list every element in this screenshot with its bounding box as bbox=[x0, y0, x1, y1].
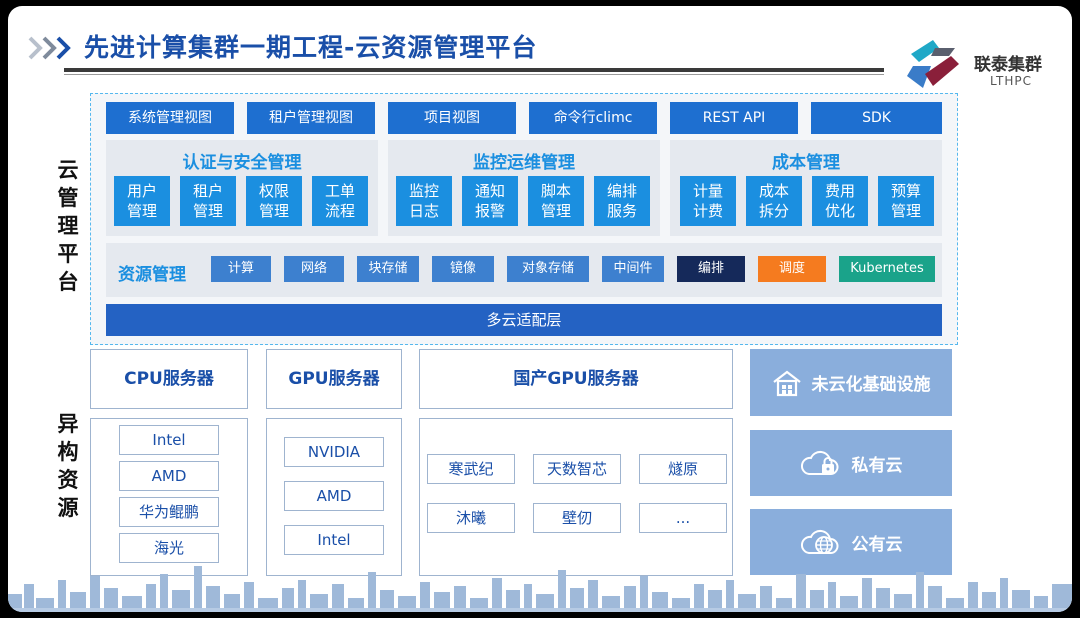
city-skyline-decoration bbox=[8, 566, 1072, 612]
slide: 先进计算集群一期工程-云资源管理平台 联泰集群 LTHPC 云 管 理 平 台 … bbox=[8, 6, 1072, 612]
side-char: 云 bbox=[57, 158, 79, 182]
side-char: 管 bbox=[57, 186, 79, 210]
page-title: 先进计算集群一期工程-云资源管理平台 bbox=[84, 33, 538, 62]
tile-orchestration-service[interactable]: 编排服务 bbox=[594, 176, 650, 226]
dgpu-item-enflame[interactable]: 燧原 bbox=[639, 454, 727, 484]
company-name: 联泰集群 bbox=[974, 55, 1042, 75]
side-char: 异 bbox=[57, 412, 79, 436]
dgpu-item-cambricon[interactable]: 寒武纪 bbox=[427, 454, 515, 484]
multicloud-adapter-layer[interactable]: 多云适配层 bbox=[106, 304, 942, 336]
tile-user-management[interactable]: 用户管理 bbox=[114, 176, 170, 226]
tile-cost-split[interactable]: 成本拆分 bbox=[746, 176, 802, 226]
cloud-platform-label: 云 管 理 平 台 bbox=[54, 156, 82, 296]
gpu-item-intel[interactable]: Intel bbox=[284, 525, 384, 555]
domestic-gpu-servers-header: 国产GPU服务器 bbox=[419, 349, 733, 409]
infra-label: 私有云 bbox=[851, 455, 903, 476]
infra-label: 未云化基础设施 bbox=[811, 375, 931, 395]
chip-network[interactable]: 网络 bbox=[284, 256, 344, 282]
cpu-servers-header: CPU服务器 bbox=[90, 349, 248, 409]
group-title-cost: 成本管理 bbox=[772, 153, 840, 173]
resource-management-title: 资源管理 bbox=[118, 265, 186, 285]
side-char: 资 bbox=[57, 468, 79, 492]
side-char: 源 bbox=[57, 496, 79, 520]
cloud-globe-icon bbox=[800, 529, 838, 554]
chip-compute[interactable]: 计算 bbox=[211, 256, 271, 282]
group-title-auth: 认证与安全管理 bbox=[182, 153, 302, 173]
tab-system-view[interactable]: 系统管理视图 bbox=[106, 102, 234, 134]
tile-metering-billing[interactable]: 计量计费 bbox=[680, 176, 736, 226]
dgpu-item-more[interactable]: ... bbox=[639, 503, 727, 533]
side-char: 理 bbox=[57, 214, 79, 238]
tile-alerts[interactable]: 通知报警 bbox=[462, 176, 518, 226]
chip-block-storage[interactable]: 块存储 bbox=[357, 256, 419, 282]
cloud-lock-icon bbox=[800, 450, 838, 475]
chip-kubernetes[interactable]: Kubernetes bbox=[839, 256, 935, 282]
side-char: 构 bbox=[57, 440, 79, 464]
dgpu-item-biren[interactable]: 壁仞 bbox=[533, 503, 621, 533]
tile-permission-management[interactable]: 权限管理 bbox=[246, 176, 302, 226]
domestic-gpu-servers-panel bbox=[419, 418, 733, 576]
infra-card-non-cloud[interactable]: 未云化基础设施 bbox=[750, 349, 952, 416]
cpu-item-amd[interactable]: AMD bbox=[119, 461, 219, 491]
chip-middleware[interactable]: 中间件 bbox=[602, 256, 664, 282]
gpu-item-amd[interactable]: AMD bbox=[284, 481, 384, 511]
cpu-item-intel[interactable]: Intel bbox=[119, 425, 219, 455]
infra-card-private-cloud[interactable]: 私有云 bbox=[750, 430, 952, 496]
tile-cost-optimization[interactable]: 费用优化 bbox=[812, 176, 868, 226]
tile-script-management[interactable]: 脚本管理 bbox=[528, 176, 584, 226]
chip-orchestration[interactable]: 编排 bbox=[677, 256, 745, 282]
chip-image[interactable]: 镜像 bbox=[432, 256, 494, 282]
company-logo-icon bbox=[907, 40, 959, 88]
tile-tenant-management[interactable]: 租户管理 bbox=[180, 176, 236, 226]
tab-sdk[interactable]: SDK bbox=[811, 102, 942, 134]
chip-scheduling[interactable]: 调度 bbox=[758, 256, 826, 282]
tab-tenant-view[interactable]: 租户管理视图 bbox=[247, 102, 375, 134]
chevrons-icon bbox=[28, 36, 71, 60]
title-underline-thin bbox=[64, 74, 884, 75]
tab-rest-api[interactable]: REST API bbox=[670, 102, 798, 134]
gpu-servers-header: GPU服务器 bbox=[266, 349, 402, 409]
dgpu-item-iluvatar[interactable]: 天数智芯 bbox=[533, 454, 621, 484]
tab-project-view[interactable]: 项目视图 bbox=[388, 102, 516, 134]
tile-workflow[interactable]: 工单流程 bbox=[312, 176, 368, 226]
chip-object-storage[interactable]: 对象存储 bbox=[507, 256, 589, 282]
house-icon bbox=[772, 370, 801, 396]
side-char: 台 bbox=[57, 270, 79, 294]
cpu-item-kunpeng[interactable]: 华为鲲鹏 bbox=[119, 497, 219, 527]
dgpu-item-metax[interactable]: 沐曦 bbox=[427, 503, 515, 533]
gpu-item-nvidia[interactable]: NVIDIA bbox=[284, 437, 384, 467]
tile-monitoring-logs[interactable]: 监控日志 bbox=[396, 176, 452, 226]
tab-cli[interactable]: 命令行climc bbox=[529, 102, 657, 134]
group-title-monitoring: 监控运维管理 bbox=[473, 153, 575, 173]
company-abbrev: LTHPC bbox=[990, 74, 1033, 88]
tile-budget-management[interactable]: 预算管理 bbox=[878, 176, 934, 226]
title-underline bbox=[64, 68, 884, 72]
side-char: 平 bbox=[57, 242, 79, 266]
infra-label: 公有云 bbox=[851, 534, 903, 555]
hetero-resources-label: 异 构 资 源 bbox=[54, 410, 82, 522]
